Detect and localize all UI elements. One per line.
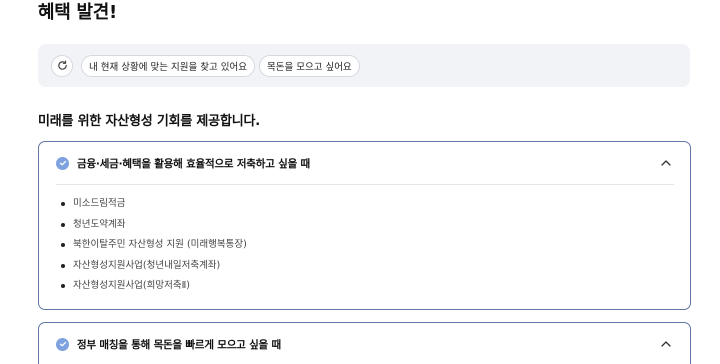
benefit-list: 미소드림적금 청년도약계좌 북한이탈주민 자산형성 지원 (미래행복통장) 자산…: [39, 185, 690, 300]
refresh-icon: [57, 60, 67, 70]
list-item[interactable]: 자산형성지원사업(청년내일저축계좌): [61, 259, 690, 280]
refresh-button[interactable]: [51, 54, 73, 77]
list-item[interactable]: 자산형성지원사업(희망저축Ⅱ): [61, 279, 690, 300]
accordion-card-savings: 금융·세금·혜택을 활용해 효율적으로 저축하고 싶을 때 미소드림적금 청년도…: [38, 141, 691, 310]
accordion-header-matching[interactable]: 정부 매칭을 통해 목돈을 빠르게 모으고 싶을 때: [39, 323, 690, 364]
accordion-title: 금융·세금·혜택을 활용해 효율적으로 저축하고 싶을 때: [77, 157, 310, 170]
list-item[interactable]: 미소드림적금: [61, 197, 690, 218]
accordion-title: 정부 매칭을 통해 목돈을 빠르게 모으고 싶을 때: [77, 338, 281, 351]
page-title: 혜택 발견!: [38, 2, 117, 23]
filter-bar: 내 현재 상황에 맞는 지원을 찾고 있어요 목돈을 모으고 싶어요: [38, 44, 690, 87]
accordion-card-matching: 정부 매칭을 통해 목돈을 빠르게 모으고 싶을 때: [38, 322, 691, 364]
list-item[interactable]: 북한이탈주민 자산형성 지원 (미래행복통장): [61, 238, 690, 259]
chevron-up-icon[interactable]: [660, 157, 672, 169]
check-circle-icon: [56, 337, 69, 351]
section-title: 미래를 위한 자산형성 기회를 제공합니다.: [38, 114, 260, 129]
accordion-header-savings[interactable]: 금융·세금·혜택을 활용해 효율적으로 저축하고 싶을 때: [39, 142, 690, 184]
filter-chip-save-money[interactable]: 목돈을 모으고 싶어요: [258, 54, 360, 77]
chevron-up-icon[interactable]: [660, 338, 672, 350]
check-circle-icon: [56, 156, 69, 170]
filter-chip-current-situation[interactable]: 내 현재 상황에 맞는 지원을 찾고 있어요: [81, 54, 255, 77]
list-item[interactable]: 청년도약계좌: [61, 218, 690, 239]
